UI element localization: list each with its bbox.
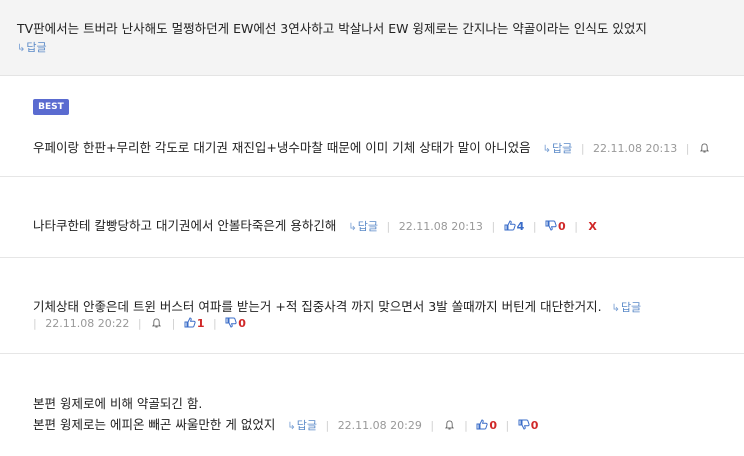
comment-date: 22.11.08 20:13 bbox=[398, 220, 483, 233]
comment-meta: ↳답글 | 22.11.08 20:13 | 4 | 0 | X bbox=[340, 220, 597, 233]
reply-arrow-icon: ↳ bbox=[287, 421, 296, 432]
thumbs-up-icon bbox=[504, 220, 516, 231]
separator: | bbox=[491, 220, 496, 233]
separator: | bbox=[505, 419, 510, 432]
comment-date: 22.11.08 20:13 bbox=[593, 142, 678, 155]
separator: | bbox=[325, 419, 330, 432]
upvote-count: 0 bbox=[489, 419, 497, 432]
comment-meta: ↳답글 bbox=[606, 301, 642, 314]
comment-line: 우페이랑 한판+무리한 각도로 대기권 재진입+냉수마찰 때문에 이미 기체 상… bbox=[33, 137, 711, 156]
downvote-count: 0 bbox=[238, 317, 246, 330]
top-comment-text: TV판에서는 트버라 난사해도 멀쩡하던게 EW에선 3연사하고 박살나서 EW… bbox=[17, 21, 647, 36]
thumbs-down-icon bbox=[518, 419, 530, 430]
downvote-button[interactable]: 0 bbox=[225, 317, 246, 330]
comment-line: 본편 윙제로는 에피온 빼곤 싸울만한 게 없었지 ↳답글 | 22.11.08… bbox=[33, 414, 538, 433]
reply-arrow-icon: ↳ bbox=[348, 222, 357, 233]
best-badge: BEST bbox=[33, 99, 69, 115]
reply-link[interactable]: ↳답글 bbox=[543, 142, 573, 155]
alarm-icon[interactable] bbox=[698, 142, 711, 155]
downvote-button[interactable]: 0 bbox=[545, 220, 566, 233]
comment-text: 본편 윙제로는 에피온 빼곤 싸울만한 게 없었지 bbox=[33, 417, 276, 432]
downvote-button[interactable]: 0 bbox=[518, 419, 539, 432]
separator: | bbox=[464, 419, 468, 432]
reply-label: 답글 bbox=[296, 419, 317, 432]
reply-arrow-icon: ↳ bbox=[542, 144, 552, 155]
delete-icon[interactable]: X bbox=[588, 220, 596, 233]
comment-date: 22.11.08 20:22 bbox=[45, 317, 130, 330]
reply-label: 답글 bbox=[357, 220, 379, 233]
separator: | bbox=[532, 220, 537, 233]
reply-label: 답글 bbox=[26, 41, 47, 54]
thumbs-down-icon bbox=[225, 317, 237, 328]
comment-text: 기체상태 안좋은데 트윈 버스터 여파를 받는거 +적 집중사격 까지 맞으면서… bbox=[33, 299, 602, 314]
separator: | bbox=[580, 142, 585, 155]
comment-text: 본편 윙제로에 비해 약골되긴 함. bbox=[33, 396, 203, 411]
upvote-button[interactable]: 0 bbox=[476, 419, 497, 432]
separator: | bbox=[33, 317, 37, 330]
alarm-icon[interactable] bbox=[443, 419, 456, 432]
comment-meta-line: | 22.11.08 20:22 | | 1 | 0 bbox=[33, 317, 246, 330]
downvote-count: 0 bbox=[530, 419, 539, 432]
separator: | bbox=[685, 142, 690, 155]
separator: | bbox=[574, 220, 578, 233]
thumbs-up-icon bbox=[476, 419, 488, 430]
top-comment-reply-link[interactable]: ↳답글 bbox=[17, 39, 47, 55]
reply-link[interactable]: ↳답글 bbox=[612, 301, 642, 314]
separator: | bbox=[137, 317, 142, 330]
comment-line: 나타쿠한테 칼빵당하고 대기권에서 안볼타죽은게 용하긴해 ↳답글 | 22.1… bbox=[33, 215, 597, 234]
thumbs-down-icon bbox=[545, 220, 557, 231]
comment-text: 우페이랑 한판+무리한 각도로 대기권 재진입+냉수마찰 때문에 이미 기체 상… bbox=[33, 140, 531, 155]
reply-label: 답글 bbox=[620, 301, 642, 314]
comment-text: 나타쿠한테 칼빵당하고 대기권에서 안볼타죽은게 용하긴해 bbox=[33, 218, 337, 233]
comment-best bbox=[0, 77, 744, 177]
alarm-icon[interactable] bbox=[150, 317, 163, 330]
upvote-button[interactable]: 4 bbox=[504, 220, 525, 233]
separator: | bbox=[171, 317, 176, 330]
downvote-count: 0 bbox=[558, 220, 566, 233]
reply-link[interactable]: ↳답글 bbox=[287, 419, 317, 432]
separator: | bbox=[213, 317, 217, 330]
separator: | bbox=[430, 419, 435, 432]
reply-label: 답글 bbox=[552, 142, 573, 155]
reply-arrow-icon: ↳ bbox=[611, 303, 620, 314]
comment-line: 기체상태 안좋은데 트윈 버스터 여파를 받는거 +적 집중사격 까지 맞으면서… bbox=[33, 296, 641, 315]
reply-link[interactable]: ↳답글 bbox=[348, 220, 378, 233]
thumbs-up-icon bbox=[184, 317, 196, 328]
reply-arrow-icon: ↳ bbox=[17, 43, 26, 54]
upvote-count: 4 bbox=[516, 220, 525, 233]
upvote-count: 1 bbox=[196, 317, 205, 330]
upvote-button[interactable]: 1 bbox=[184, 317, 205, 330]
comment-line: 본편 윙제로에 비해 약골되긴 함. bbox=[33, 393, 202, 412]
top-comment: TV판에서는 트버라 난사해도 멀쩡하던게 EW에선 3연사하고 박살나서 EW… bbox=[0, 0, 744, 76]
comment-meta: ↳답글 | 22.11.08 20:13 | bbox=[535, 142, 711, 155]
separator: | bbox=[386, 220, 391, 233]
comment-date: 22.11.08 20:29 bbox=[337, 419, 422, 432]
comment-meta: ↳답글 | 22.11.08 20:29 | | 0 | 0 bbox=[279, 419, 538, 432]
